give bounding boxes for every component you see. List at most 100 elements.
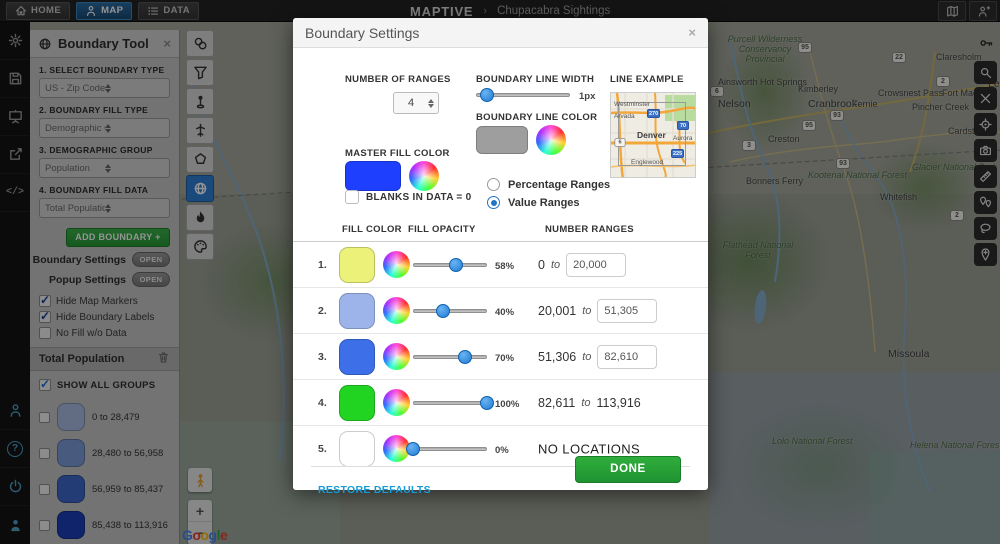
boundary-settings-modal: Boundary Settings × NUMBER OF RANGES 4 M… [293, 18, 708, 496]
blanks-in-data-checkbox[interactable]: ✓ BLANKS IN DATA = 0 [345, 190, 472, 204]
fill-color-wheel[interactable] [383, 251, 410, 278]
number-of-ranges-value: 4 [407, 97, 415, 109]
range-row-4: 4. 100% 82,611 to 113,916 [293, 380, 708, 426]
line-example-place: Arvada [614, 113, 635, 120]
interstate-shield: 225 [671, 149, 685, 158]
slider-thumb[interactable] [406, 442, 420, 456]
number-of-ranges-stepper[interactable]: 4 [393, 92, 439, 114]
slider-track [413, 447, 487, 451]
opacity-slider[interactable] [413, 258, 487, 272]
fill-opacity-header: FILL OPACITY [408, 224, 476, 235]
number-of-ranges-label: NUMBER OF RANGES [345, 74, 451, 85]
done-button[interactable]: DONE [575, 456, 681, 483]
slider-thumb[interactable] [480, 396, 494, 410]
modal-header: Boundary Settings × [293, 18, 708, 48]
slider-track [413, 401, 487, 405]
range-from: 0 [538, 257, 545, 272]
opacity-value: 40% [495, 307, 515, 318]
fill-color-swatch[interactable] [339, 339, 375, 375]
row-index: 1. [318, 258, 327, 271]
range-to-input[interactable] [566, 252, 627, 277]
percentage-ranges-radio[interactable]: Percentage Ranges [487, 178, 610, 191]
highway-shield: 6 [614, 138, 626, 147]
number-ranges-header: NUMBER RANGES [545, 224, 634, 235]
boundary-line-width-label: BOUNDARY LINE WIDTH [476, 74, 595, 85]
boundary-line-color-label: BOUNDARY LINE COLOR [476, 112, 598, 123]
master-fill-color-swatch[interactable] [345, 161, 401, 191]
line-color-swatch[interactable] [476, 126, 528, 154]
line-example-place: Denver [637, 130, 666, 140]
range-values: 82,611 to 113,916 [538, 396, 641, 410]
modal-title: Boundary Settings [305, 24, 420, 41]
range-from: 82,611 [538, 395, 576, 410]
line-example-place: Westminster [614, 101, 650, 108]
line-color-wheel[interactable] [536, 125, 566, 155]
opacity-slider[interactable] [406, 442, 487, 456]
opacity-value: 70% [495, 353, 515, 364]
fill-color-wheel[interactable] [383, 389, 410, 416]
checkbox: ✓ [345, 190, 359, 204]
slider-track [413, 309, 487, 313]
range-to-word: to [550, 258, 561, 271]
fill-color-swatch[interactable] [339, 385, 375, 421]
range-to-value: 113,916 [596, 395, 641, 410]
opacity-slider[interactable] [413, 396, 494, 410]
slider-thumb[interactable] [448, 258, 463, 272]
row-index: 3. [318, 350, 327, 363]
fill-color-swatch[interactable] [339, 247, 375, 283]
row-index: 2. [318, 304, 327, 317]
master-fill-color-wheel[interactable] [409, 161, 439, 191]
app-window: Purcell Wilderness Conservancy Provincia… [0, 0, 1000, 544]
line-width-slider[interactable] [476, 88, 570, 102]
range-to-input[interactable] [597, 344, 658, 369]
range-from: 20,001 [538, 303, 577, 318]
range-row-3: 3. 70% 51,306 to [293, 334, 708, 380]
fill-color-wheel[interactable] [383, 297, 410, 324]
range-to-word: to [581, 396, 591, 409]
range-row-2: 2. 40% 20,001 to [293, 288, 708, 334]
radio-dot [487, 196, 500, 209]
slider-track [413, 355, 487, 359]
line-example-place: Aurora [673, 135, 693, 142]
line-example-place: Englewood [631, 159, 664, 166]
line-width-value: 1px [579, 91, 596, 102]
fill-color-header: FILL COLOR [342, 224, 402, 235]
no-locations-label: NO LOCATIONS [538, 441, 641, 457]
interstate-shield: 270 [647, 109, 661, 118]
slider-thumb[interactable] [480, 88, 495, 102]
opacity-value: 58% [495, 261, 515, 272]
fill-color-swatch[interactable] [339, 431, 375, 467]
slider-thumb[interactable] [435, 304, 450, 318]
range-row-1: 1. 58% 0 to [293, 242, 708, 288]
slider-thumb[interactable] [457, 350, 472, 364]
value-ranges-radio[interactable]: Value Ranges [487, 196, 580, 209]
blanks-in-data-label: BLANKS IN DATA = 0 [366, 191, 472, 203]
modal-body: NUMBER OF RANGES 4 MASTER FILL COLOR ✓ B… [293, 48, 708, 496]
opacity-value: 100% [495, 399, 520, 410]
restore-defaults-link[interactable]: RESTORE DEFAULTS [318, 484, 431, 496]
fill-color-swatch[interactable] [339, 293, 375, 329]
range-from: 51,306 [538, 349, 577, 364]
modal-close-icon[interactable]: × [688, 25, 696, 40]
master-fill-color-label: MASTER FILL COLOR [345, 148, 450, 159]
row-index: 5. [318, 443, 327, 455]
range-to-word: to [582, 304, 592, 317]
fill-color-wheel[interactable] [383, 343, 410, 370]
radio-dot [487, 178, 500, 191]
opacity-value: 0% [495, 445, 509, 456]
range-values: 20,001 to [538, 298, 658, 323]
line-example-label: LINE EXAMPLE [610, 74, 684, 85]
row-index: 4. [318, 396, 327, 409]
opacity-slider[interactable] [413, 304, 487, 318]
range-to-word: to [582, 350, 592, 363]
interstate-shield: 70 [677, 121, 689, 130]
value-ranges-label: Value Ranges [508, 196, 580, 209]
line-example-thumbnail: Westminster Arvada Denver Aurora Englewo… [610, 92, 696, 178]
percentage-ranges-label: Percentage Ranges [508, 178, 611, 191]
range-values: 51,306 to [538, 344, 658, 369]
opacity-slider[interactable] [413, 350, 487, 364]
range-values: 0 to [538, 252, 627, 277]
range-to-input[interactable] [597, 298, 658, 323]
stepper-arrows-icon [428, 98, 434, 108]
ranges-table-header: FILL COLOR FILL OPACITY NUMBER RANGES [293, 224, 708, 242]
